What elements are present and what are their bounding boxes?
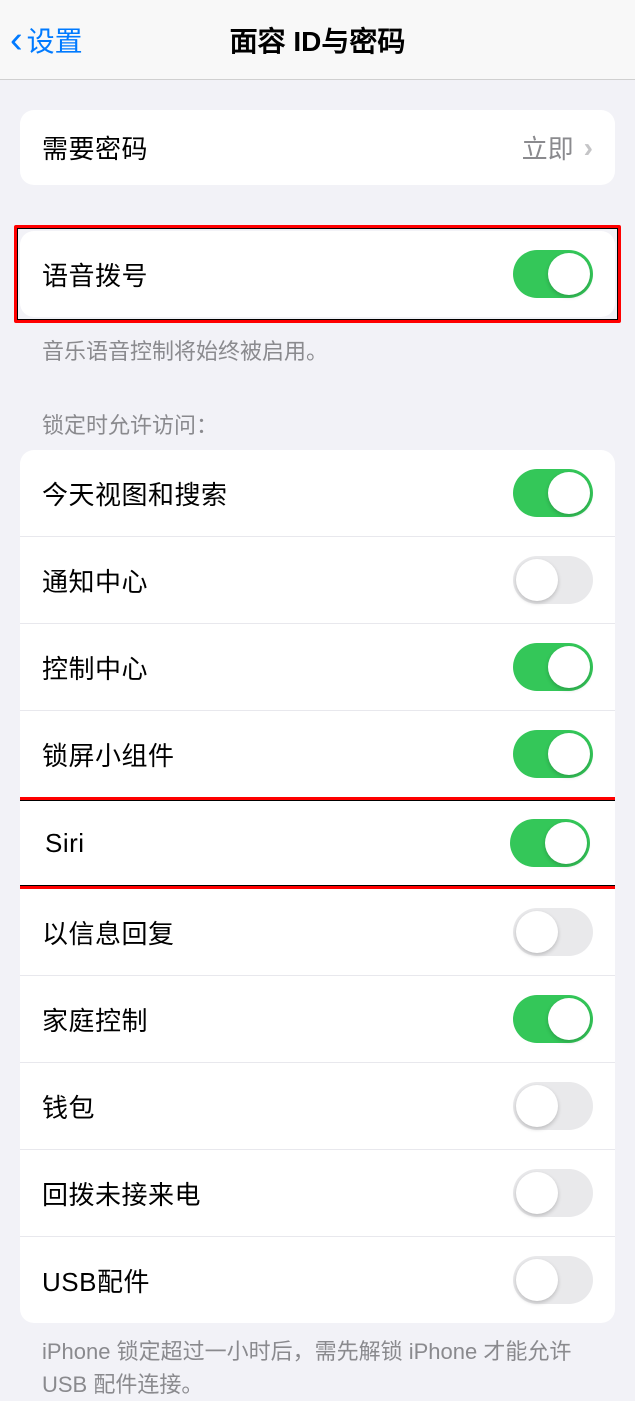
allow-access-label: 今天视图和搜索 <box>42 475 228 512</box>
allow-access-toggle[interactable] <box>513 908 593 956</box>
allow-access-toggle[interactable] <box>513 995 593 1043</box>
voice-dial-footer: 音乐语音控制将始终被启用。 <box>20 323 615 368</box>
allow-access-toggle[interactable] <box>513 556 593 604</box>
allow-access-row: 锁屏小组件 <box>20 710 615 797</box>
allow-access-label: 控制中心 <box>42 649 148 686</box>
toggle-knob <box>516 1259 558 1301</box>
allow-access-toggle[interactable] <box>513 1256 593 1304</box>
voice-dial-toggle[interactable] <box>513 250 593 298</box>
allow-access-row: 家庭控制 <box>20 975 615 1062</box>
usb-footer: iPhone 锁定超过一小时后，需先解锁 iPhone 才能允许 USB 配件连… <box>20 1323 615 1401</box>
voice-dial-label: 语音拨号 <box>42 256 148 293</box>
toggle-knob <box>516 911 558 953</box>
chevron-left-icon: ‹ <box>10 21 23 59</box>
allow-access-row: USB配件 <box>20 1236 615 1323</box>
allow-access-row: 通知中心 <box>20 536 615 623</box>
allow-access-row: 钱包 <box>20 1062 615 1149</box>
allow-access-toggle[interactable] <box>513 730 593 778</box>
toggle-knob <box>548 253 590 295</box>
allow-access-header: 锁定时允许访问： <box>20 368 615 450</box>
back-button[interactable]: ‹ 设置 <box>10 20 83 60</box>
voice-dial-row: 语音拨号 <box>20 231 615 317</box>
voice-dial-highlight: 语音拨号 <box>14 225 621 323</box>
allow-access-label: 以信息回复 <box>42 914 175 951</box>
allow-access-label: 回拨未接来电 <box>42 1175 201 1212</box>
toggle-knob <box>548 472 590 514</box>
allow-access-toggle[interactable] <box>513 469 593 517</box>
allow-access-label: 钱包 <box>42 1088 95 1125</box>
header: ‹ 设置 面容 ID与密码 <box>0 0 635 80</box>
toggle-knob <box>516 1172 558 1214</box>
allow-access-label: 家庭控制 <box>42 1001 148 1038</box>
toggle-knob <box>545 822 587 864</box>
allow-access-toggle[interactable] <box>513 1082 593 1130</box>
allow-access-label: 锁屏小组件 <box>42 736 175 773</box>
allow-access-row: Siri <box>20 800 615 886</box>
allow-access-label: Siri <box>45 828 85 859</box>
toggle-knob <box>548 998 590 1040</box>
chevron-right-icon: › <box>584 132 593 164</box>
require-passcode-label: 需要密码 <box>42 129 148 166</box>
page-title: 面容 ID与密码 <box>230 20 406 60</box>
require-passcode-row[interactable]: 需要密码 立即 › <box>20 110 615 185</box>
require-passcode-value: 立即 <box>522 129 574 166</box>
allow-access-row: 控制中心 <box>20 623 615 710</box>
allow-access-group: 今天视图和搜索通知中心控制中心锁屏小组件 Siri 以信息回复家庭控制钱包回拨未接来… <box>20 450 615 1323</box>
allow-access-row: 今天视图和搜索 <box>20 450 615 536</box>
require-passcode-group: 需要密码 立即 › <box>20 110 615 185</box>
allow-access-label: USB配件 <box>42 1262 150 1299</box>
allow-access-toggle[interactable] <box>513 643 593 691</box>
siri-highlight: Siri <box>20 797 615 889</box>
require-passcode-value-area: 立即 › <box>522 129 593 166</box>
allow-access-toggle[interactable] <box>510 819 590 867</box>
allow-access-row: 回拨未接来电 <box>20 1149 615 1236</box>
toggle-knob <box>548 646 590 688</box>
toggle-knob <box>548 733 590 775</box>
toggle-knob <box>516 559 558 601</box>
allow-access-row: 以信息回复 <box>20 889 615 975</box>
allow-access-toggle[interactable] <box>513 1169 593 1217</box>
toggle-knob <box>516 1085 558 1127</box>
allow-access-label: 通知中心 <box>42 562 148 599</box>
back-label: 设置 <box>27 20 83 60</box>
voice-dial-group: 语音拨号 <box>20 231 615 317</box>
